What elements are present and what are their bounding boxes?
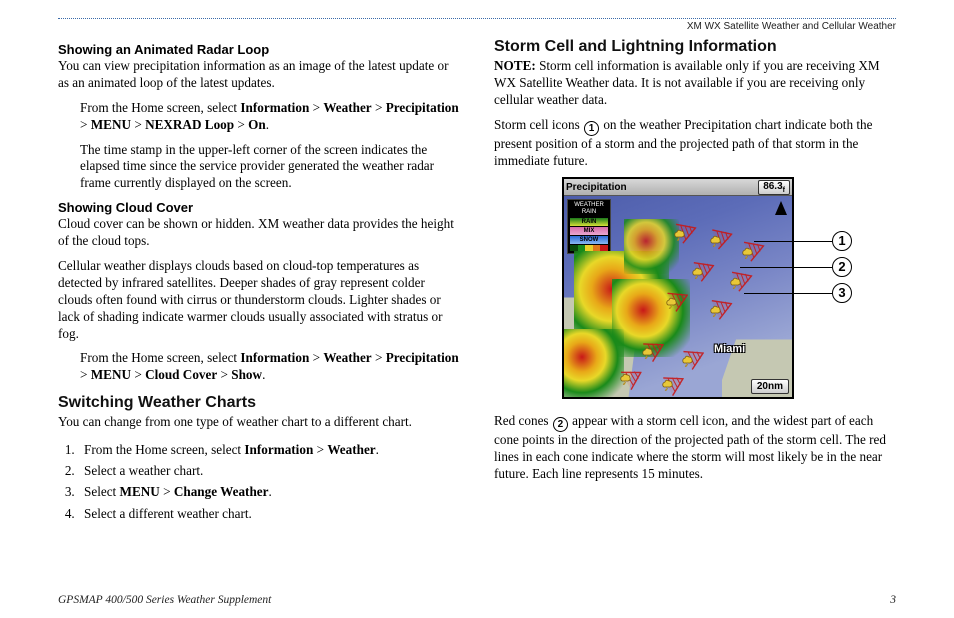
radar-echo [624, 219, 679, 274]
menu-path: From the Home screen, select Information… [80, 100, 460, 134]
content-columns: Showing an Animated Radar Loop You can v… [58, 38, 896, 532]
running-header: XM WX Satellite Weather and Cellular Wea… [58, 21, 896, 32]
list-item: Select a different weather chart. [78, 503, 460, 524]
list-item: Select a weather chart. [78, 460, 460, 481]
callout-one: 1 [832, 231, 852, 251]
paragraph: The time stamp in the upper-left corner … [80, 142, 460, 193]
callout-two: 2 [832, 257, 852, 277]
right-column: Storm Cell and Lightning Information NOT… [494, 38, 896, 532]
storm-cell-icon [708, 233, 722, 247]
heading-storm-cell: Storm Cell and Lightning Information [494, 38, 896, 56]
heading-cloud-cover: Showing Cloud Cover [58, 200, 460, 215]
storm-cell-icon [690, 265, 704, 279]
radar-echo [562, 329, 624, 399]
map-titlebar: Precipitation 86.3f [564, 179, 792, 196]
note-label: NOTE: [494, 58, 536, 73]
map-screenshot: Precipitation 86.3f WEATHER RAIN RAIN MI… [562, 177, 794, 399]
paragraph: You can view precipitation information a… [58, 58, 460, 92]
heading-switching-charts: Switching Weather Charts [58, 394, 460, 412]
storm-cell-icon [672, 227, 686, 241]
list-item: From the Home screen, select Information… [78, 439, 460, 460]
map-title: Precipitation [566, 182, 627, 193]
note-paragraph: NOTE: Storm cell information is availabl… [494, 58, 896, 109]
callout-three: 3 [832, 283, 852, 303]
storm-cell-icon [708, 303, 722, 317]
left-column: Showing an Animated Radar Loop You can v… [58, 38, 460, 532]
precip-legend: WEATHER RAIN RAIN MIX SNOW [567, 199, 611, 253]
north-arrow-icon [775, 201, 787, 215]
circled-one-icon: 1 [584, 121, 599, 136]
menu-path: From the Home screen, select Information… [80, 350, 460, 384]
legend-scale [570, 245, 608, 251]
callout-line [740, 267, 832, 268]
page-footer: GPSMAP 400/500 Series Weather Supplement… [58, 594, 896, 606]
storm-cell-icon [728, 275, 742, 289]
footer-title: GPSMAP 400/500 Series Weather Supplement [58, 594, 271, 606]
storm-cell-icon [680, 353, 694, 367]
city-label: Miami [714, 343, 745, 355]
list-item: Select MENU > Change Weather. [78, 481, 460, 502]
callout-line [754, 241, 832, 242]
storm-cell-icon [664, 295, 678, 309]
heading-radar-loop: Showing an Animated Radar Loop [58, 42, 460, 57]
circled-two-icon: 2 [553, 417, 568, 432]
paragraph: Storm cell icons 1 on the weather Precip… [494, 117, 896, 170]
storm-cell-icon [618, 371, 632, 385]
paragraph: You can change from one type of weather … [58, 414, 460, 431]
header-divider [58, 18, 896, 19]
depth-badge: 86.3f [758, 180, 790, 195]
paragraph: Cellular weather displays clouds based o… [58, 258, 460, 342]
storm-cell-icon [740, 245, 754, 259]
paragraph: Red cones 2 appear with a storm cell ico… [494, 413, 896, 483]
callout-line [744, 293, 832, 294]
figure-storm-map: Precipitation 86.3f WEATHER RAIN RAIN MI… [494, 177, 896, 399]
page-number: 3 [890, 594, 896, 606]
map-scale-badge: 20nm [751, 379, 789, 394]
paragraph: Cloud cover can be shown or hidden. XM w… [58, 216, 460, 250]
manual-page: XM WX Satellite Weather and Cellular Wea… [0, 0, 954, 618]
storm-cell-icon [640, 345, 654, 359]
steps-list: From the Home screen, select Information… [58, 439, 460, 524]
storm-cell-icon [660, 377, 674, 391]
